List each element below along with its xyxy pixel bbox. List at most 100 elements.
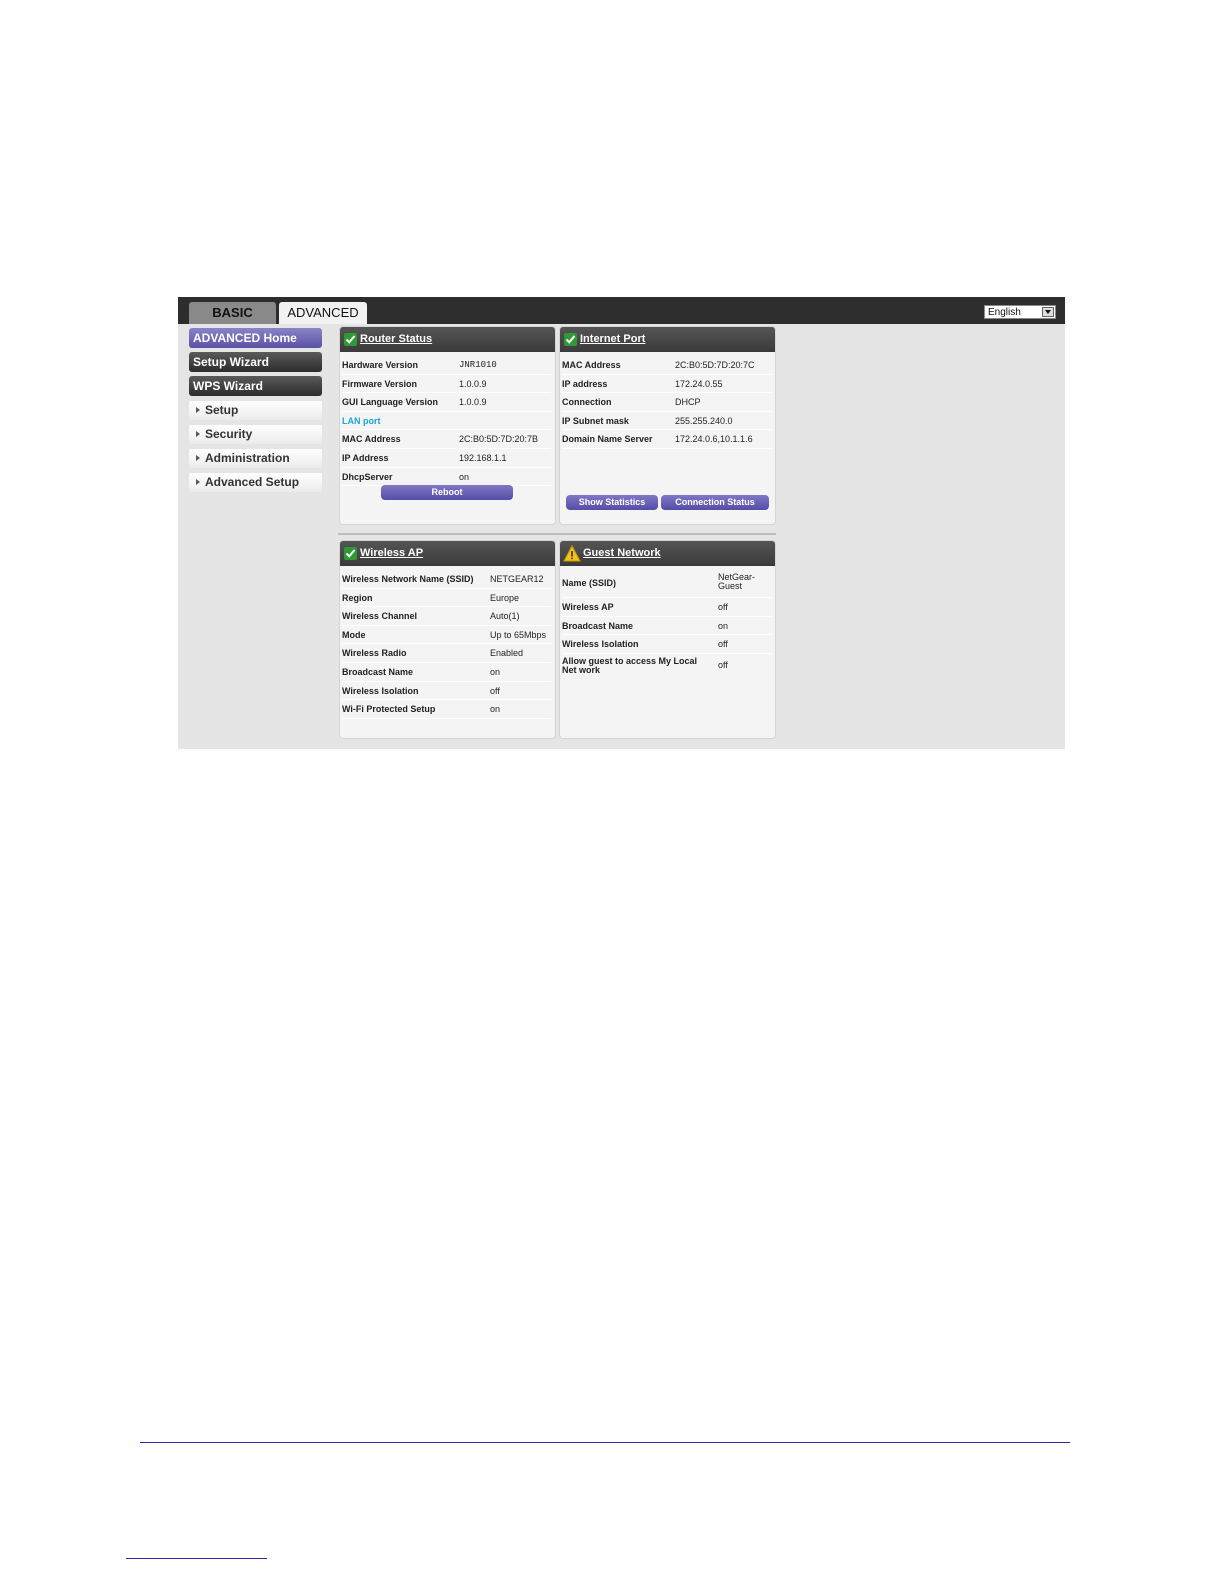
row-value: off <box>718 639 728 650</box>
top-bar: BASIC ADVANCED English <box>178 297 1065 324</box>
sidebar-item-setup[interactable]: Setup <box>189 401 322 420</box>
table-row: Wireless Channel Auto(1) <box>342 607 551 626</box>
row-value: off <box>490 685 500 696</box>
table-row: Wireless Network Name (SSID) NETGEAR12 <box>342 570 551 589</box>
row-label: Region <box>342 592 373 603</box>
row-value: off <box>718 602 728 612</box>
check-icon <box>344 333 357 346</box>
row-label: Wireless Network Name (SSID) <box>342 574 474 584</box>
row-label: MAC Address <box>342 434 401 445</box>
row-value: 172.24.0.6,10.1.1.6 <box>675 434 753 445</box>
row-value: Auto(1) <box>490 611 520 622</box>
row-value: on <box>459 471 470 482</box>
row-value: JNR1010 <box>459 360 497 370</box>
row-label: Wireless Channel <box>342 611 417 622</box>
table-row: Mode Up to 65Mbps <box>342 626 551 645</box>
sidebar-item-administration[interactable]: Administration <box>189 449 322 468</box>
row-label: Broadcast Name <box>562 620 634 631</box>
table-row: MAC Address 2C:B0:5D:7D:20:7C <box>562 356 771 375</box>
table-row: Wireless AP off <box>562 598 771 617</box>
tab-basic[interactable]: BASIC <box>189 302 276 324</box>
row-label: Domain Name Server <box>562 434 653 445</box>
row-label: IP Subnet mask <box>562 415 629 426</box>
table-row: Broadcast Name on <box>342 663 551 682</box>
sidebar-item-setup-wizard[interactable]: Setup Wizard <box>189 352 322 372</box>
row-label: Wi-Fi Protected Setup <box>342 704 436 715</box>
table-row: Wireless Isolation off <box>342 682 551 701</box>
row-label: DhcpServer <box>342 471 393 482</box>
row-value: 2C:B0:5D:7D:20:7B <box>459 434 539 445</box>
triangle-right-icon <box>196 431 200 437</box>
internet-port-rows: MAC Address 2C:B0:5D:7D:20:7C IP address 1… <box>562 356 771 449</box>
sidebar-item-advanced-setup[interactable]: Advanced Setup <box>189 473 322 492</box>
row-value: NETGEAR12 <box>490 574 544 584</box>
row-value: NetGear-Guest <box>718 572 756 591</box>
table-row: Wi-Fi Protected Setup on <box>342 700 551 719</box>
internet-port-panel: Internet Port MAC Address 2C:B0:5D:7D:20:… <box>559 326 776 525</box>
language-select-value: English <box>988 307 1021 318</box>
row-label: IP Address <box>342 452 389 463</box>
row-label: Broadcast Name <box>342 666 414 677</box>
row-label: Hardware Version <box>342 360 419 370</box>
row-label: Allow guest to access My Local Net work <box>562 655 698 675</box>
sidebar-item-label: Advanced Setup <box>205 475 300 489</box>
sidebar-item-advanced-home[interactable]: ADVANCED Home <box>189 328 322 348</box>
connection-status-button[interactable]: Connection Status <box>661 495 769 510</box>
router-status-link[interactable]: Router Status <box>360 333 432 345</box>
row-value: DHCP <box>675 397 701 408</box>
sidebar-item-label: Administration <box>205 451 290 465</box>
router-status-rows: Hardware Version JNR1010 Firmware Version… <box>342 356 551 487</box>
table-row: Wireless Isolation off <box>562 635 771 654</box>
table-row: Name (SSID) NetGear-Guest <box>562 570 771 598</box>
guest-network-rows: Name (SSID) NetGear-Guest Wireless AP off … <box>562 570 771 681</box>
footer-link-underline <box>126 1558 267 1559</box>
wireless-ap-link[interactable]: Wireless AP <box>360 547 423 559</box>
guest-network-link[interactable]: Guest Network <box>583 547 661 559</box>
table-row: MAC Address 2C:B0:5D:7D:20:7B <box>342 430 551 449</box>
table-row: GUI Language Version 1.0.0.9 <box>342 393 551 412</box>
wireless-ap-rows: Wireless Network Name (SSID) NETGEAR12 Re… <box>342 570 551 719</box>
footer-rule <box>140 1442 1070 1443</box>
row-value: 1.0.0.9 <box>459 397 487 408</box>
row-label: Wireless Isolation <box>342 685 419 696</box>
triangle-right-icon <box>196 455 200 461</box>
row-label: Mode <box>342 629 366 640</box>
table-row: Allow guest to access My Local Net work o… <box>562 654 771 681</box>
row-label: Wireless Isolation <box>562 639 639 650</box>
row-value: on <box>490 704 501 715</box>
row-value: on <box>490 666 501 677</box>
row-label: Wireless AP <box>562 602 614 612</box>
row-label: MAC Address <box>562 360 621 370</box>
row-label: Wireless Radio <box>342 648 407 659</box>
sidebar-item-security[interactable]: Security <box>189 425 322 444</box>
show-statistics-button[interactable]: Show Statistics <box>566 495 658 510</box>
row-value: 192.168.1.1 <box>459 452 507 463</box>
section-divider <box>338 533 776 535</box>
row-value: 1.0.0.9 <box>459 378 487 389</box>
table-row: LAN port <box>342 412 551 431</box>
table-row: Connection DHCP <box>562 393 771 412</box>
table-row: IP Subnet mask 255.255.240.0 <box>562 412 771 431</box>
table-row: Broadcast Name on <box>562 617 771 636</box>
row-value: off <box>718 659 728 670</box>
sidebar-item-wps-wizard[interactable]: WPS Wizard <box>189 376 322 396</box>
warning-icon <box>563 545 581 562</box>
table-row: IP address 172.24.0.55 <box>562 375 771 394</box>
check-icon <box>344 547 357 560</box>
language-select[interactable]: English <box>984 305 1056 319</box>
internet-port-link[interactable]: Internet Port <box>580 333 645 345</box>
sidebar-item-label: Setup <box>205 403 239 417</box>
sidebar-item-label: Security <box>205 427 253 441</box>
row-value: Europe <box>490 592 520 603</box>
table-row: Region Europe <box>342 589 551 608</box>
tab-advanced[interactable]: ADVANCED <box>279 302 367 324</box>
row-value: Enabled <box>490 648 524 659</box>
row-label: Connection <box>562 397 612 408</box>
router-status-panel: Router Status Hardware Version JNR1010 Fi… <box>339 326 556 525</box>
reboot-button[interactable]: Reboot <box>381 485 513 500</box>
row-label: GUI Language Version <box>342 397 439 408</box>
row-value: on <box>718 620 729 631</box>
table-row: Firmware Version 1.0.0.9 <box>342 375 551 394</box>
chevron-down-icon[interactable] <box>1042 307 1054 317</box>
table-row: Wireless Radio Enabled <box>342 644 551 663</box>
